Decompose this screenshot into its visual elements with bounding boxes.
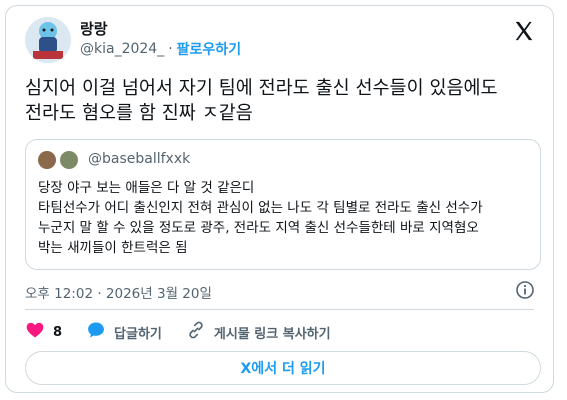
author-handle[interactable]: @kia_2024_ [80,41,164,57]
quote-avatars [38,151,78,169]
link-icon [186,320,206,344]
follow-button[interactable]: 팔로우하기 [177,39,241,59]
info-icon[interactable] [515,280,535,300]
quoted-tweet[interactable]: @baseballfxxk 당장 야구 보는 애들은 다 알 것 같은디 타팀선… [25,139,541,270]
x-logo-icon[interactable] [513,20,535,42]
reply-bubble-icon [86,320,106,344]
reply-button[interactable]: 답글하기 [86,320,162,344]
author-name[interactable]: 랑랑 [80,18,108,39]
quote-text: 당장 야구 보는 애들은 다 알 것 같은디 타팀선수가 어디 출신인지 전혀 … [38,180,483,256]
like-count: 8 [53,324,63,340]
quote-avatar [38,151,56,169]
reply-label: 답글하기 [114,326,162,342]
quote-handle: @baseballfxxk [88,151,191,167]
divider [25,309,534,310]
author-handle-row: @kia_2024_ · 팔로우하기 [80,39,241,59]
avatar[interactable] [25,17,71,63]
timestamp[interactable]: 오후 12:02 · 2026년 3월 20일 [25,282,212,302]
copy-link-button[interactable]: 게시물 링크 복사하기 [186,320,331,344]
read-more-button[interactable]: X에서 더 읽기 [25,351,541,385]
tweet-text: 심지어 이걸 넘어서 자기 팀에 전라도 출신 선수들이 있음에도 전라도 혐오… [25,78,498,124]
copy-link-label: 게시물 링크 복사하기 [213,326,331,342]
separator-dot: · [168,41,173,57]
like-button[interactable]: 8 [25,320,62,344]
alien-emoji-icon [60,151,78,169]
tweet-card: 랑랑 @kia_2024_ · 팔로우하기 심지어 이걸 넘어서 자기 팀에 전… [5,5,554,393]
action-bar: 8 답글하기 게시물 링크 복사하기 [25,320,355,344]
heart-icon [25,320,45,344]
